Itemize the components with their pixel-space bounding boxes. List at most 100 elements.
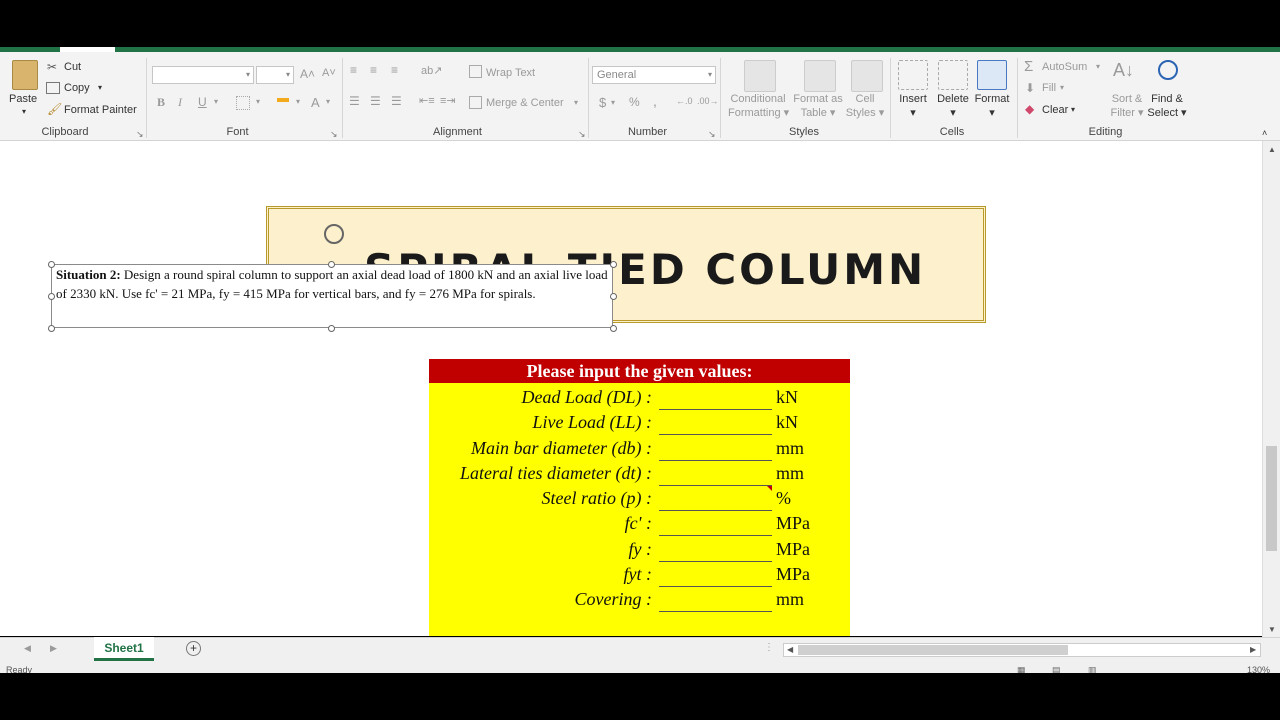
format-painter-button[interactable]: Format Painter	[64, 104, 137, 116]
bold-button[interactable]: B	[157, 95, 165, 110]
vertical-scrollbar[interactable]: ▲ ▼	[1262, 141, 1280, 637]
increase-indent-icon[interactable]: ≡⇥	[440, 94, 456, 107]
find-select-button[interactable]: Find & Select ▾	[1146, 92, 1188, 120]
covering-input[interactable]	[659, 587, 772, 612]
decrease-decimal-icon[interactable]: .00→	[697, 96, 719, 106]
fy-input[interactable]	[659, 537, 772, 562]
page-break-view-icon[interactable]: ▥	[1088, 665, 1097, 673]
wrap-text-button[interactable]: Wrap Text	[486, 67, 535, 79]
font-launcher-icon[interactable]: ↘	[330, 129, 338, 140]
resize-handle-bl[interactable]	[48, 325, 55, 332]
number-format-combo[interactable]: General ▾	[592, 66, 716, 84]
sort-filter-button[interactable]: Sort & Filter ▾	[1106, 92, 1148, 120]
clipboard-launcher-icon[interactable]: ↘	[136, 129, 144, 140]
paste-dropdown-icon[interactable]: ▾	[22, 107, 26, 116]
merge-dropdown-icon[interactable]: ▾	[574, 98, 578, 107]
align-center-icon[interactable]: ☰	[370, 94, 381, 108]
font-size-combo[interactable]: ▾	[256, 66, 294, 84]
fill-color-dropdown-icon[interactable]: ▾	[296, 97, 300, 106]
steel-ratio-input[interactable]	[659, 486, 772, 511]
vertical-scroll-thumb[interactable]	[1266, 446, 1277, 551]
delete-button[interactable]: Delete ▾	[934, 92, 972, 120]
resize-handle-l[interactable]	[48, 293, 55, 300]
page-layout-view-icon[interactable]: ▤	[1052, 665, 1061, 673]
copy-dropdown-icon[interactable]: ▾	[98, 83, 102, 92]
dead-load-input[interactable]	[659, 385, 772, 410]
comment-indicator-icon[interactable]	[767, 486, 772, 491]
top-align-icon[interactable]: ≡	[350, 63, 357, 77]
paste-icon[interactable]	[12, 60, 38, 90]
middle-align-icon[interactable]: ≡	[370, 63, 377, 77]
borders-dropdown-icon[interactable]: ▾	[256, 97, 260, 106]
normal-view-icon[interactable]: ▦	[1017, 665, 1026, 673]
resize-handle-br[interactable]	[610, 325, 617, 332]
collapse-ribbon-icon[interactable]: ˄	[1262, 128, 1267, 138]
underline-dropdown-icon[interactable]: ▾	[214, 97, 218, 106]
horizontal-scroll-thumb[interactable]	[798, 645, 1068, 655]
resize-handle-tr[interactable]	[610, 261, 617, 268]
sheet1-tab[interactable]: Sheet1	[94, 637, 154, 661]
scroll-left-icon[interactable]: ◀	[787, 645, 793, 654]
rotate-handle-icon[interactable]	[324, 224, 344, 244]
prev-sheet-icon[interactable]: ◀	[24, 643, 31, 654]
zoom-level[interactable]: 130%	[1247, 665, 1270, 673]
autosum-button[interactable]: AutoSum	[1042, 61, 1087, 73]
worksheet-area[interactable]: SPIRAL TIED COLUMN Situation 2: Design a…	[0, 141, 1262, 636]
underline-button[interactable]: U	[198, 95, 207, 109]
resize-handle-r[interactable]	[610, 293, 617, 300]
scroll-down-icon[interactable]: ▼	[1268, 625, 1276, 634]
percent-button[interactable]: %	[629, 95, 640, 109]
format-as-table-line1: Format as	[793, 93, 843, 105]
main-bar-input[interactable]	[659, 436, 772, 461]
format-as-table-button[interactable]: Format as Table ▾	[790, 92, 846, 120]
tab-split-handle-icon[interactable]: ⋮	[764, 642, 774, 653]
fc-input[interactable]	[659, 511, 772, 536]
group-divider	[588, 58, 589, 138]
currency-button[interactable]: $	[599, 95, 606, 110]
currency-dropdown-icon[interactable]: ▾	[611, 98, 615, 107]
paste-button[interactable]: Paste	[9, 92, 37, 106]
live-load-input[interactable]	[659, 410, 772, 435]
font-color-icon[interactable]: A	[311, 95, 320, 110]
fill-dropdown-icon[interactable]: ▾	[1060, 83, 1064, 92]
resize-handle-b[interactable]	[328, 325, 335, 332]
horizontal-scrollbar[interactable]: ◀ ▶	[783, 643, 1261, 657]
font-name-combo[interactable]: ▾	[152, 66, 254, 84]
decrease-indent-icon[interactable]: ⇤≡	[419, 94, 435, 107]
merge-center-button[interactable]: Merge & Center	[486, 97, 564, 109]
clear-dropdown-icon[interactable]: ▾	[1071, 105, 1075, 114]
italic-button[interactable]: I	[178, 95, 182, 110]
number-launcher-icon[interactable]: ↘	[708, 129, 716, 140]
fill-color-icon[interactable]	[277, 94, 289, 102]
conditional-formatting-button[interactable]: Conditional Formatting ▾	[728, 92, 789, 120]
align-left-icon[interactable]: ☰	[349, 94, 360, 108]
fyt-input[interactable]	[659, 562, 772, 587]
shrink-font-icon[interactable]: A˅	[322, 67, 336, 79]
fill-button[interactable]: Fill	[1042, 82, 1056, 94]
bottom-align-icon[interactable]: ≡	[391, 63, 398, 77]
grow-font-icon[interactable]: A˄	[300, 67, 315, 81]
scroll-right-icon[interactable]: ▶	[1250, 645, 1256, 654]
borders-icon[interactable]	[236, 96, 250, 110]
next-sheet-icon[interactable]: ▶	[50, 643, 57, 654]
alignment-launcher-icon[interactable]: ↘	[578, 129, 586, 140]
steel-ratio-unit: %	[776, 488, 791, 508]
cell-styles-button[interactable]: Cell Styles ▾	[843, 92, 887, 120]
clear-button[interactable]: Clear	[1042, 104, 1068, 116]
resize-handle-tl[interactable]	[48, 261, 55, 268]
align-right-icon[interactable]: ☰	[391, 94, 402, 108]
insert-button[interactable]: Insert ▾	[896, 92, 930, 120]
comma-button[interactable]: ,	[653, 93, 657, 109]
format-button[interactable]: Format ▾	[972, 92, 1012, 120]
add-sheet-button[interactable]: +	[186, 641, 201, 656]
situation-textbox[interactable]: Situation 2: Design a round spiral colum…	[51, 264, 613, 328]
cut-button[interactable]: Cut	[64, 61, 81, 73]
orientation-icon[interactable]: ab↗	[421, 64, 442, 77]
scroll-up-icon[interactable]: ▲	[1268, 145, 1276, 154]
autosum-dropdown-icon[interactable]: ▾	[1096, 62, 1100, 71]
lateral-ties-input[interactable]	[659, 461, 772, 486]
increase-decimal-icon[interactable]: ←.0	[676, 96, 693, 106]
font-color-dropdown-icon[interactable]: ▾	[326, 97, 330, 106]
resize-handle-t[interactable]	[328, 261, 335, 268]
copy-button[interactable]: Copy	[64, 82, 90, 94]
